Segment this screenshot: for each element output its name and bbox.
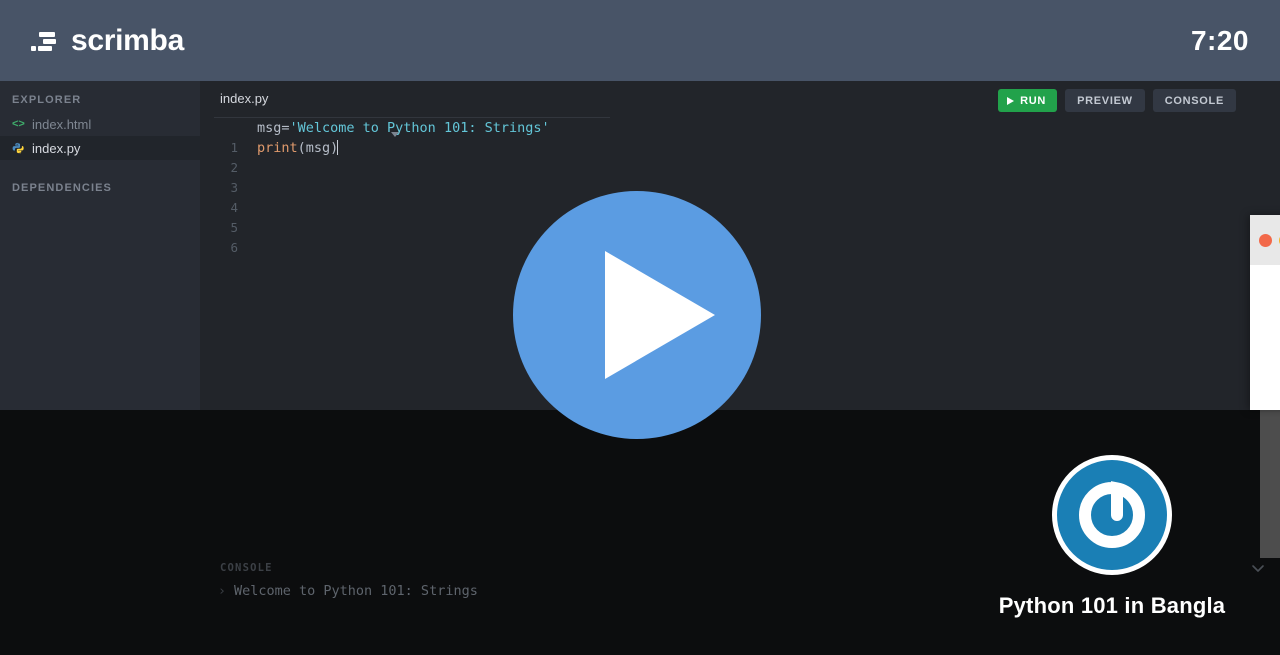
- dependencies-title: DEPENDENCIES: [12, 182, 112, 194]
- run-button[interactable]: RUN: [998, 89, 1058, 112]
- tab-index-py[interactable]: index.py: [220, 91, 268, 106]
- autocomplete-caret-icon: [391, 132, 399, 137]
- line-content: print(msg): [257, 132, 399, 158]
- sidebar-item-index-html[interactable]: <> index.html: [0, 112, 200, 136]
- code-line: 3: [200, 158, 1280, 195]
- code-line: 1 msg='Welcome to Python 101: Strings': [200, 118, 1280, 155]
- console-output-text: Welcome to Python 101: Strings: [234, 583, 478, 599]
- course-title: Python 101 in Bangla: [998, 593, 1226, 618]
- explorer-title: EXPLORER: [12, 94, 82, 106]
- editor-tabbar: index.py RUN PREVIEW CONSOLE: [200, 81, 1280, 118]
- course-branding: Python 101 in Bangla: [993, 455, 1231, 619]
- code-token-string: 'Welcome to Python 101: Strings': [289, 120, 550, 136]
- line-number: 6: [230, 240, 238, 255]
- editor-toolbar: RUN PREVIEW CONSOLE: [998, 89, 1236, 112]
- code-line: 6: [200, 218, 1280, 255]
- console-button[interactable]: CONSOLE: [1152, 89, 1236, 112]
- code-line: 2 print(msg): [200, 132, 1280, 175]
- console-prompt-icon: ›: [217, 583, 226, 599]
- line-content: msg='Welcome to Python 101: Strings': [257, 118, 550, 138]
- code-token-function: print: [257, 140, 298, 156]
- play-triangle-icon: [605, 251, 715, 379]
- preview-window[interactable]: [1250, 215, 1280, 410]
- code-token-plain: (msg): [297, 140, 339, 156]
- preview-window-titlebar: [1250, 215, 1280, 265]
- run-button-label: RUN: [1020, 94, 1047, 107]
- sidebar-item-label: index.py: [32, 140, 81, 156]
- scrimba-logo-icon: [31, 29, 61, 53]
- app-header: scrimba 7:20: [0, 0, 1280, 81]
- code-brackets-icon: <>: [12, 117, 25, 130]
- python-icon: [12, 142, 25, 155]
- code-line: 5: [200, 198, 1280, 235]
- window-close-dot[interactable]: [1259, 234, 1272, 247]
- code-token-plain: msg=: [257, 120, 290, 136]
- preview-scrollbar-strip[interactable]: [1260, 410, 1280, 558]
- chevron-down-icon[interactable]: [1248, 560, 1268, 578]
- brand: scrimba: [31, 24, 184, 58]
- sidebar: EXPLORER <> index.html index.py DEPENDEN…: [0, 81, 200, 410]
- brand-name: scrimba: [71, 23, 184, 57]
- sidebar-item-label: index.html: [32, 116, 92, 132]
- code-line: 4: [200, 178, 1280, 215]
- recording-clock: 7:20: [1190, 24, 1249, 56]
- play-icon: [1007, 96, 1015, 105]
- console-title: CONSOLE: [220, 562, 273, 574]
- power-spiral-logo-icon: [1052, 455, 1172, 575]
- play-button-icon[interactable]: [513, 191, 761, 439]
- preview-button[interactable]: PREVIEW: [1065, 89, 1145, 112]
- console-output-row: › Welcome to Python 101: Strings: [200, 583, 478, 599]
- text-cursor: [337, 140, 339, 155]
- sidebar-item-index-py[interactable]: index.py: [0, 136, 200, 160]
